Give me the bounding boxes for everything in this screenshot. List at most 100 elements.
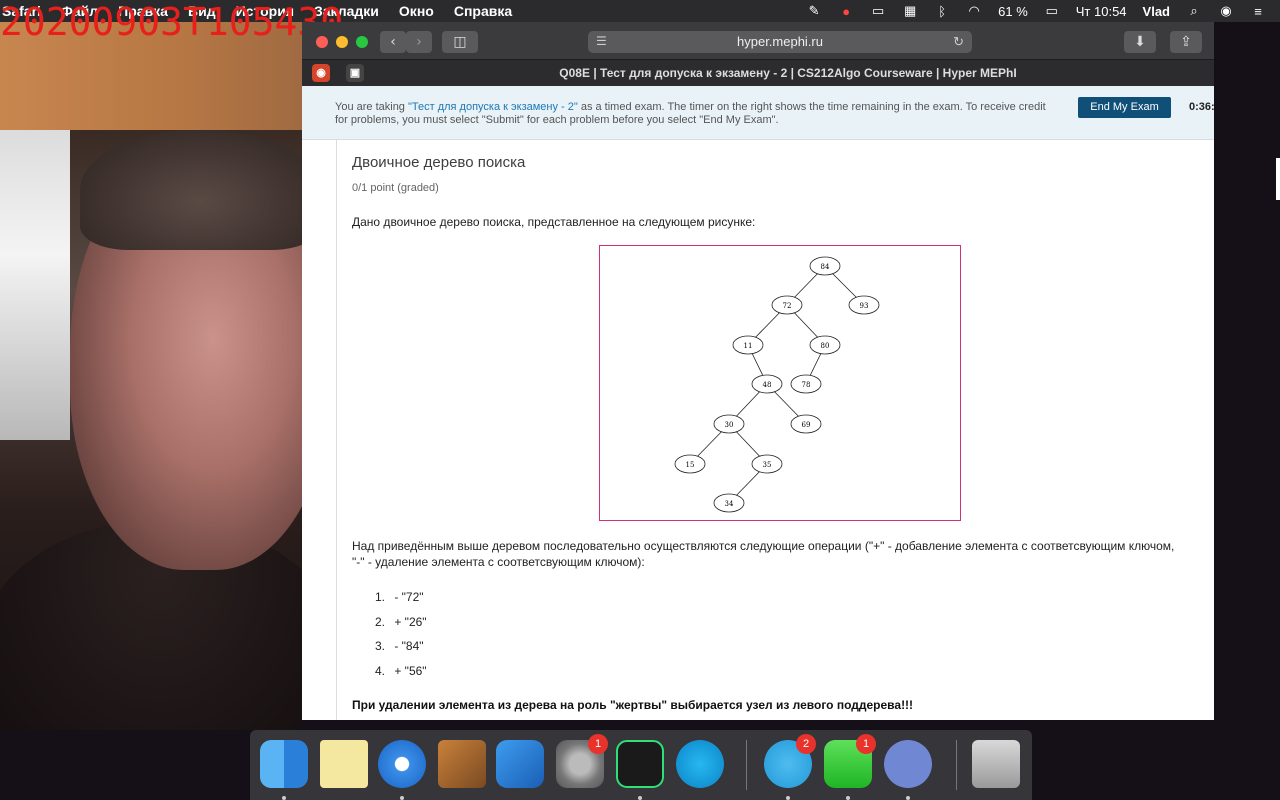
tree-node: 11 <box>732 335 764 355</box>
tree-node-key: 69 <box>802 421 811 429</box>
webcam-overlay <box>0 0 302 730</box>
url-text: hyper.mephi.ru <box>737 34 823 49</box>
tree-node: 48 <box>751 374 783 394</box>
operation-number: 2. <box>375 614 386 629</box>
downloads-button[interactable]: ⬇ <box>1124 31 1156 53</box>
notification-center-icon[interactable]: ≡ <box>1250 4 1266 19</box>
safari-app-icon[interactable] <box>378 740 426 788</box>
timed-exam-banner: You are taking "Тест для допуска к экзам… <box>302 86 1214 140</box>
tree-node: 72 <box>771 295 803 315</box>
xcode-app-icon[interactable] <box>496 740 544 788</box>
menu-file[interactable]: Файл <box>61 3 98 19</box>
menu-window[interactable]: Окно <box>399 3 434 19</box>
siri-icon[interactable]: ◉ <box>1218 3 1234 19</box>
menu-help[interactable]: Справка <box>454 3 512 19</box>
minimize-window-button[interactable] <box>336 36 348 48</box>
reload-icon[interactable]: ↻ <box>953 34 964 50</box>
garageband-app-icon[interactable] <box>438 740 486 788</box>
tree-node: 93 <box>848 295 880 315</box>
exam-message: You are taking "Тест для допуска к экзам… <box>335 101 1055 127</box>
menu-history[interactable]: История <box>236 3 294 19</box>
safari-toolbar: ‹ › ◫ ☰ hyper.mephi.ru ↻ ⬇ ⇪ <box>302 22 1214 60</box>
tree-node: 15 <box>674 454 706 474</box>
discord-app-icon[interactable] <box>884 740 932 788</box>
tree-node-key: 72 <box>783 302 792 310</box>
notification-badge: 2 <box>796 734 816 754</box>
webcam-person-hair <box>80 130 302 250</box>
chevron-left-icon: ‹ <box>390 34 396 50</box>
problem-description: Над приведённым выше деревом последовате… <box>352 539 1175 569</box>
macos-dock: 1 2 1 <box>250 730 1032 800</box>
tree-node: 78 <box>790 374 822 394</box>
clock[interactable]: Чт 10:54 <box>1076 4 1127 19</box>
battery-percent[interactable]: 61 % <box>998 4 1028 19</box>
menu-view[interactable]: Вид <box>188 3 216 19</box>
tree-node-key: 84 <box>821 263 830 271</box>
webcam-background-lamp <box>0 130 70 440</box>
operation-number: 1. <box>375 590 386 604</box>
exam-link[interactable]: "Тест для допуска к экзамену - 2" <box>408 101 578 113</box>
end-my-exam-button[interactable]: End My Exam <box>1078 97 1171 118</box>
wifi-icon[interactable]: ◠ <box>966 3 982 19</box>
problem-content: Двоичное дерево поиска 0/1 point (graded… <box>336 140 1214 720</box>
problem-points: 0/1 point (graded) <box>352 182 439 194</box>
tree-node-key: 30 <box>725 421 734 429</box>
menu-edit[interactable]: Правка <box>118 3 168 19</box>
screen-icon[interactable]: ▭ <box>870 3 886 19</box>
share-icon: ⇪ <box>1180 34 1192 50</box>
telegram-app-icon[interactable]: 2 <box>764 734 816 788</box>
flag-icon[interactable]: ▦ <box>902 3 918 19</box>
pycharm-app-icon[interactable] <box>616 740 664 788</box>
tree-node-key: 34 <box>725 500 734 508</box>
macos-menu-bar: Safari Файл Правка Вид История Закладки … <box>0 0 1280 22</box>
dock-separator <box>746 740 747 790</box>
running-indicator <box>786 796 790 800</box>
operation-item: 3. - "84" <box>375 639 427 664</box>
deletion-rule-warning: При удалении элемента из дерева на роль … <box>352 698 914 712</box>
running-indicator <box>906 796 910 800</box>
favorite-site-icon[interactable]: ◉ <box>312 64 330 82</box>
notification-app-icon[interactable]: ● <box>838 4 854 19</box>
spotlight-search-icon[interactable]: ⌕ <box>1186 3 1202 19</box>
exam-timer: 0:36: <box>1189 101 1214 113</box>
exam-message-prefix: You are taking <box>335 101 408 113</box>
menu-bookmarks[interactable]: Закладки <box>314 3 379 19</box>
tree-node-key: 11 <box>744 342 753 350</box>
share-button[interactable]: ⇪ <box>1170 31 1202 53</box>
edge-indicator <box>1276 158 1280 200</box>
running-indicator <box>282 796 286 800</box>
operation-item: 2. + "26" <box>375 615 427 640</box>
forward-button[interactable]: › <box>406 31 432 53</box>
sidebar-button[interactable]: ◫ <box>442 31 478 53</box>
address-bar[interactable]: ☰ hyper.mephi.ru ↻ <box>588 31 972 53</box>
messages-app-icon[interactable]: 1 <box>824 734 876 788</box>
battery-icon[interactable]: ▭ <box>1044 3 1060 19</box>
pen-icon[interactable]: ✎ <box>806 3 822 19</box>
chevron-right-icon: › <box>416 34 422 50</box>
notes-app-icon[interactable] <box>320 740 368 788</box>
trash-icon[interactable] <box>972 740 1020 788</box>
notification-badge: 1 <box>588 734 608 754</box>
download-icon: ⬇ <box>1134 34 1146 50</box>
tree-node-key: 80 <box>821 342 830 350</box>
back-button[interactable]: ‹ <box>380 31 406 53</box>
tree-node: 80 <box>809 335 841 355</box>
finder-app-icon[interactable] <box>260 740 308 788</box>
system-preferences-app-icon[interactable]: 1 <box>556 734 608 788</box>
operation-text: - "84" <box>394 639 424 653</box>
tree-figure: 84 72 93 11 80 48 78 30 69 15 35 34 <box>599 245 961 521</box>
dock-separator <box>956 740 957 790</box>
tree-node: 84 <box>809 256 841 276</box>
operation-item: 1. - "72" <box>375 590 427 615</box>
close-window-button[interactable] <box>316 36 328 48</box>
tree-node: 69 <box>790 414 822 434</box>
bluetooth-icon[interactable]: ᛒ <box>934 4 950 19</box>
tab-title[interactable]: Q08E | Тест для допуска к экзамену - 2 |… <box>362 66 1214 80</box>
user-name[interactable]: Vlad <box>1143 4 1170 19</box>
menu-app[interactable]: Safari <box>2 3 41 19</box>
binary-search-tree-diagram: 84 72 93 11 80 48 78 30 69 15 35 34 <box>674 256 880 513</box>
skype-app-icon[interactable] <box>676 740 724 788</box>
tree-node-key: 48 <box>763 381 772 389</box>
zoom-window-button[interactable] <box>356 36 368 48</box>
tree-node-key: 35 <box>763 461 772 469</box>
